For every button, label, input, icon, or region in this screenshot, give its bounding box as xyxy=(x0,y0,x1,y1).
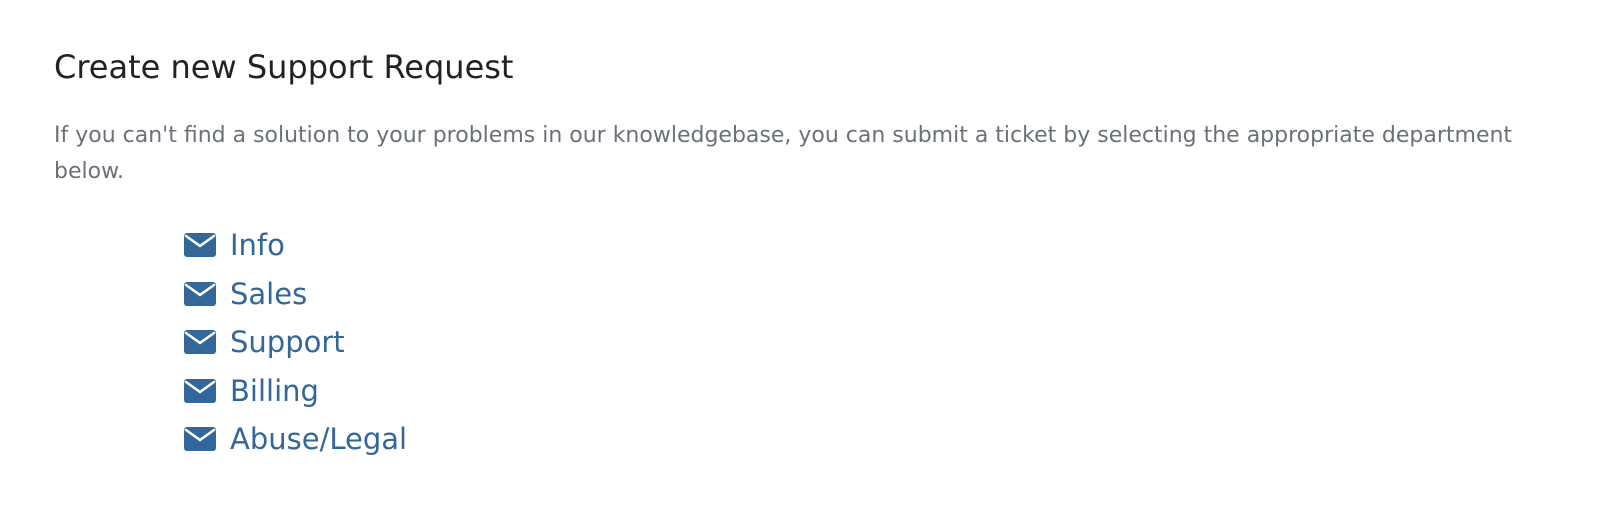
list-item: Sales xyxy=(184,270,407,319)
department-label: Info xyxy=(230,228,285,263)
department-link-billing[interactable]: Billing xyxy=(184,371,319,411)
department-label: Abuse/Legal xyxy=(230,422,408,457)
department-link-info[interactable]: Info xyxy=(184,225,285,265)
list-item: Abuse/Legal xyxy=(184,415,407,464)
envelope-icon xyxy=(184,330,216,355)
envelope-icon xyxy=(184,233,216,258)
department-link-sales[interactable]: Sales xyxy=(184,274,307,314)
department-list: Info Sales Support Billing Abuse/Legal xyxy=(184,221,407,464)
department-link-support[interactable]: Support xyxy=(184,322,345,362)
department-label: Sales xyxy=(230,276,308,311)
envelope-icon xyxy=(184,378,216,403)
intro-text: If you can't find a solution to your pro… xyxy=(54,123,1513,184)
department-label: Support xyxy=(230,325,345,360)
page-title: Create new Support Request xyxy=(54,48,514,86)
department-link-abuse-legal[interactable]: Abuse/Legal xyxy=(184,419,407,459)
department-label: Billing xyxy=(230,373,319,408)
list-item: Info xyxy=(184,221,407,270)
list-item: Support xyxy=(184,318,407,367)
list-item: Billing xyxy=(184,367,407,416)
envelope-icon xyxy=(184,281,216,306)
envelope-icon xyxy=(184,427,216,452)
